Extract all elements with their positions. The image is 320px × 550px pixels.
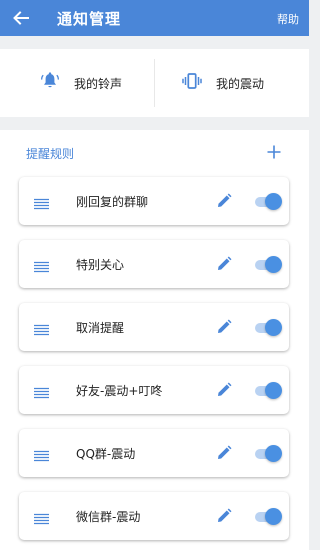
help-button[interactable]: 帮助 (277, 11, 299, 27)
page-title: 通知管理 (57, 10, 122, 28)
rule-name: 特别关心 (76, 258, 125, 272)
rule-enabled-toggle[interactable] (255, 256, 282, 273)
edit-pencil-icon[interactable] (216, 256, 232, 272)
rule-name: 好友-震动+叮咚 (76, 384, 163, 398)
panel-divider (154, 59, 155, 107)
drag-handle-icon[interactable] (34, 195, 49, 210)
toggle-thumb (265, 445, 282, 462)
rule-enabled-toggle[interactable] (255, 508, 282, 525)
ringtone-label: 我的铃声 (74, 76, 123, 91)
rule-enabled-toggle[interactable] (255, 319, 282, 336)
edit-pencil-icon[interactable] (216, 193, 232, 209)
drag-handle-icon[interactable] (34, 510, 49, 525)
toggle-thumb (265, 508, 282, 525)
rule-card[interactable]: 取消提醒 (19, 303, 289, 351)
rules-section-title: 提醒规则 (26, 147, 75, 161)
rule-card[interactable]: 微信群-震动 (19, 492, 289, 540)
drag-handle-icon[interactable] (34, 447, 49, 462)
rule-card[interactable]: 好友-震动+叮咚 (19, 366, 289, 414)
add-rule-plus-icon[interactable] (266, 144, 282, 160)
rules-panel: 提醒规则 刚回复的群聊 特别关心 取消提醒 好友-震动+叮咚 QQ群-震动 微信… (0, 130, 309, 550)
vibrate-icon (182, 71, 202, 95)
rule-enabled-toggle[interactable] (255, 382, 282, 399)
my-ringtone-button[interactable]: 我的铃声 (40, 49, 122, 117)
back-arrow-icon[interactable] (12, 9, 30, 27)
edit-pencil-icon[interactable] (216, 445, 232, 461)
drag-handle-icon[interactable] (34, 258, 49, 273)
rule-name: QQ群-震动 (76, 447, 136, 461)
bell-icon (40, 71, 60, 95)
rule-name: 取消提醒 (76, 321, 125, 335)
toggle-thumb (265, 382, 282, 399)
edit-pencil-icon[interactable] (216, 319, 232, 335)
rule-card[interactable]: 特别关心 (19, 240, 289, 288)
app-header: 通知管理 帮助 (0, 0, 309, 36)
toggle-thumb (265, 319, 282, 336)
drag-handle-icon[interactable] (34, 384, 49, 399)
sound-settings-panel: 我的铃声 我的震动 (0, 49, 309, 117)
rule-card[interactable]: QQ群-震动 (19, 429, 289, 477)
rule-name: 微信群-震动 (76, 510, 141, 524)
toggle-thumb (265, 193, 282, 210)
my-vibration-button[interactable]: 我的震动 (182, 49, 264, 117)
edit-pencil-icon[interactable] (216, 508, 232, 524)
vibration-label: 我的震动 (216, 76, 265, 91)
rule-enabled-toggle[interactable] (255, 445, 282, 462)
edit-pencil-icon[interactable] (216, 382, 232, 398)
rule-card[interactable]: 刚回复的群聊 (19, 177, 289, 225)
drag-handle-icon[interactable] (34, 321, 49, 336)
rule-enabled-toggle[interactable] (255, 193, 282, 210)
toggle-thumb (265, 256, 282, 273)
rule-name: 刚回复的群聊 (76, 195, 149, 209)
